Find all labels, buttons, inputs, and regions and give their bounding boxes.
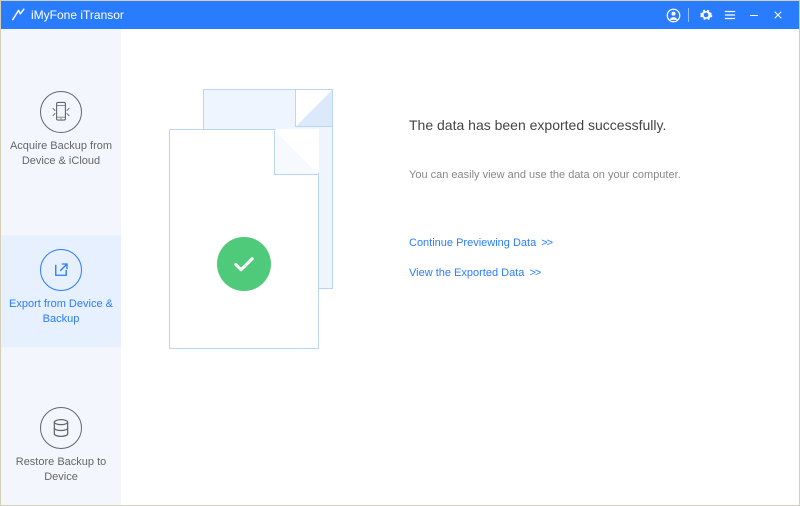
account-icon[interactable] — [662, 4, 684, 26]
app-window: iMyFone iTransor Acquire Backup from Dev… — [0, 0, 800, 506]
menu-icon[interactable] — [719, 4, 741, 26]
sidebar-item-restore-backup[interactable]: Restore Backup to Device — [1, 393, 121, 505]
body: Acquire Backup from Device & iCloud Expo… — [1, 29, 799, 505]
sidebar-item-label: Export from Device & Backup — [9, 297, 113, 327]
phone-icon — [40, 91, 82, 133]
settings-icon[interactable] — [695, 4, 717, 26]
database-icon — [40, 407, 82, 449]
minimize-button[interactable] — [743, 4, 765, 26]
close-button[interactable] — [767, 4, 789, 26]
export-icon — [40, 249, 82, 291]
app-logo: iMyFone iTransor — [11, 8, 124, 22]
document-illustration — [169, 89, 369, 349]
success-check-icon — [217, 237, 271, 291]
view-exported-link[interactable]: View the Exported Data >> — [409, 267, 681, 279]
sidebar-item-label: Restore Backup to Device — [9, 455, 113, 485]
app-title: iMyFone iTransor — [31, 8, 124, 22]
continue-previewing-link[interactable]: Continue Previewing Data >> — [409, 237, 681, 249]
result-headline: The data has been exported successfully. — [409, 117, 681, 133]
sidebar: Acquire Backup from Device & iCloud Expo… — [1, 29, 121, 505]
sidebar-item-export[interactable]: Export from Device & Backup — [1, 235, 121, 347]
result-subtext: You can easily view and use the data on … — [409, 169, 681, 181]
sidebar-item-acquire-backup[interactable]: Acquire Backup from Device & iCloud — [1, 77, 121, 189]
sidebar-item-label: Acquire Backup from Device & iCloud — [9, 139, 113, 169]
result-panel: The data has been exported successfully.… — [409, 89, 681, 505]
app-logo-icon — [11, 8, 25, 22]
main-content: The data has been exported successfully.… — [121, 29, 799, 505]
titlebar: iMyFone iTransor — [1, 1, 799, 29]
